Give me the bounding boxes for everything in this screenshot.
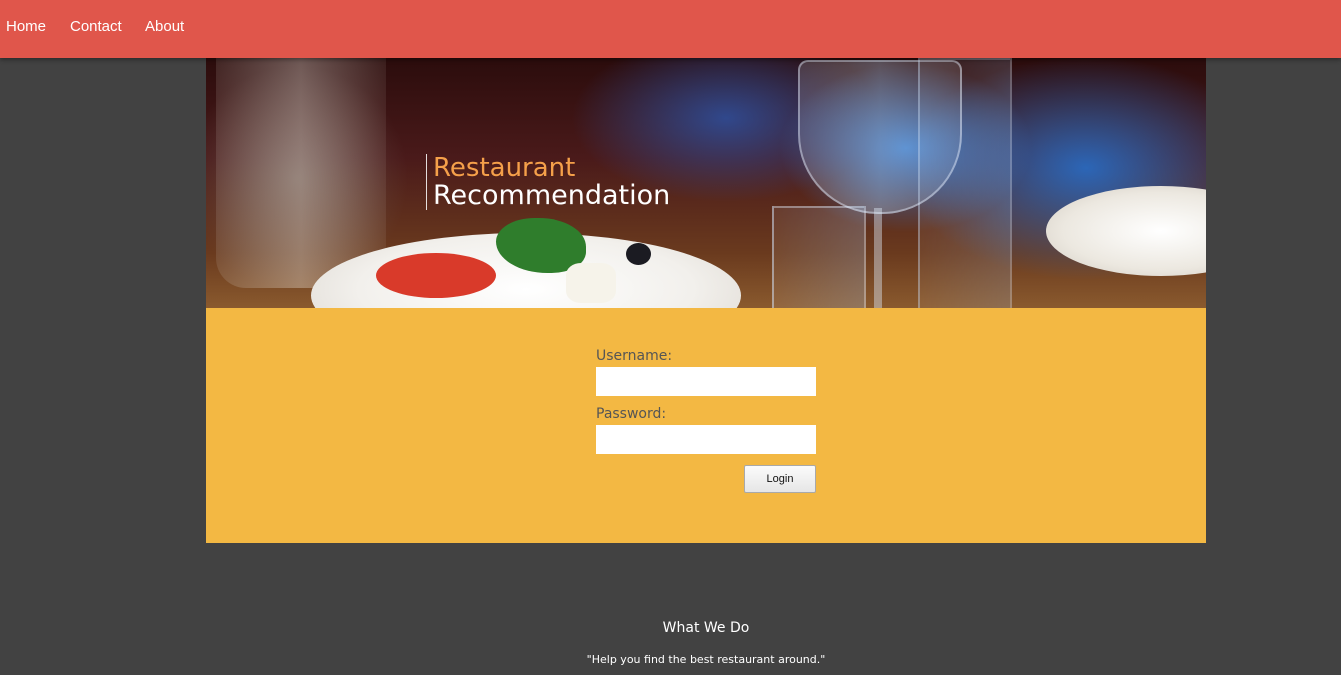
hero-image-plate-right — [1046, 186, 1206, 276]
hero-image-olive — [626, 243, 651, 265]
hero-image-wine-glass — [798, 60, 962, 214]
hero-image-wine-stem — [874, 208, 882, 308]
hero-title-line2: Recommendation — [433, 180, 671, 211]
username-label: Username: — [596, 348, 673, 364]
login-panel: Username: Password: Login — [206, 308, 1206, 543]
top-navbar: Home Contact About — [0, 0, 1341, 58]
hero-image-tumbler — [772, 206, 866, 308]
hero-banner: Restaurant Recommendation — [206, 58, 1206, 308]
what-we-do-heading: What We Do — [662, 620, 750, 636]
hero-title-line1: Restaurant — [433, 153, 576, 183]
nav-home-link[interactable]: Home — [6, 18, 46, 35]
password-input[interactable] — [596, 425, 816, 454]
what-we-do-quote: "Help you find the best restaurant aroun… — [586, 653, 826, 666]
nav-contact-link[interactable]: Contact — [70, 18, 122, 35]
login-button[interactable]: Login — [744, 465, 816, 493]
nav-about-link[interactable]: About — [145, 18, 184, 35]
hero-image-cheese — [566, 263, 616, 303]
hero-image-tomato — [376, 253, 496, 298]
hero-image-glass-left — [216, 58, 386, 288]
hero-title: Restaurant Recommendation — [426, 154, 670, 210]
username-input[interactable] — [596, 367, 816, 396]
password-label: Password: — [596, 406, 667, 422]
